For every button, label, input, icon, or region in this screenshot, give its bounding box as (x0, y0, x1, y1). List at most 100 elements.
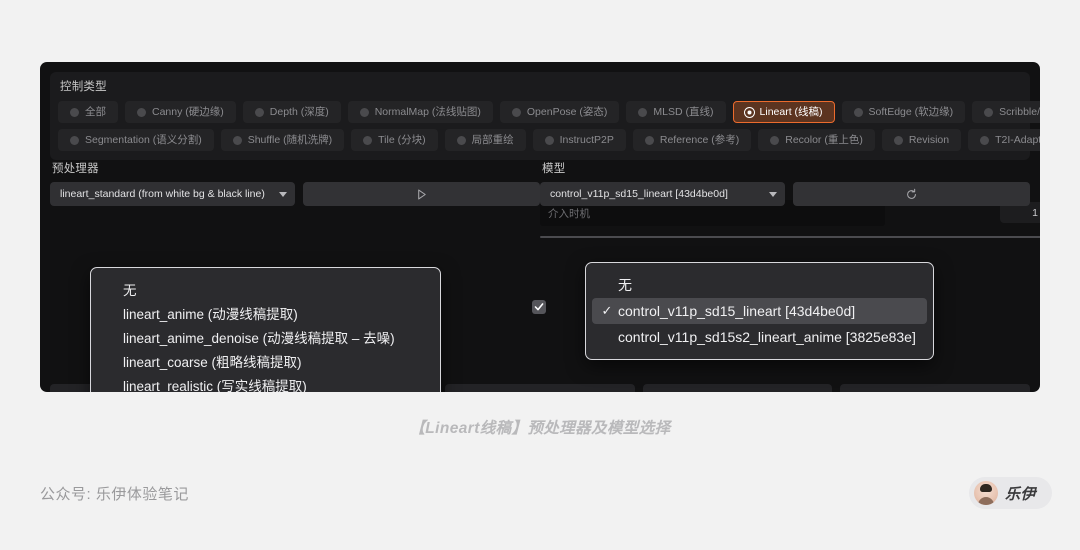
menu-item-label: lineart_coarse (粗略线稿提取) (123, 355, 302, 370)
model-title: 模型 (542, 163, 566, 175)
control-type-option-revision[interactable]: Revision (881, 129, 962, 151)
chevron-down-icon (769, 191, 777, 197)
radio-icon (137, 107, 146, 117)
control-type-option-segmentation[interactable]: Segmentation (语义分割) (58, 129, 214, 151)
guidance-timing-slider-track[interactable] (540, 236, 1040, 238)
radio-icon (511, 107, 521, 117)
preprocessor-menu-item[interactable]: 无 (97, 277, 434, 301)
model-select[interactable]: control_v11p_sd15_lineart [43d4be0d] (540, 182, 785, 206)
option-label: Recolor (重上色) (785, 133, 863, 146)
refresh-icon (907, 188, 916, 199)
menu-item-label: 无 (618, 277, 632, 293)
controlnet-panel: 控制类型 全部 Canny (硬边缘) Depth (深度) NormalMap… (40, 62, 1040, 392)
option-label: Segmentation (语义分割) (85, 133, 202, 146)
option-label: MLSD (直线) (653, 105, 714, 118)
model-section: 模型 control_v11p_sd15_lineart [43d4be0d] (540, 162, 1030, 206)
preprocessor-title: 预处理器 (52, 163, 99, 175)
option-label: Shuffle (随机洗牌) (247, 133, 333, 146)
model-refresh-button[interactable] (793, 182, 1030, 206)
menu-item-label: lineart_anime (动漫线稿提取) (123, 307, 298, 322)
option-label: Revision (908, 133, 950, 146)
radio-selected-icon (744, 107, 754, 117)
menu-item-label: control_v11p_sd15_lineart [43d4be0d] (618, 303, 856, 319)
option-label: SoftEdge (软边缘) (868, 105, 954, 118)
preprocessor-controls: lineart_standard (from white bg & black … (50, 182, 540, 206)
option-label: NormalMap (法线贴图) (374, 105, 481, 118)
radio-icon (456, 135, 466, 145)
control-type-title: 控制类型 (60, 81, 107, 93)
brand-name: 乐伊 (1004, 485, 1036, 503)
preprocessor-menu-item[interactable]: lineart_coarse (粗略线稿提取) (97, 349, 434, 373)
control-type-option-reference[interactable]: Reference (参考) (632, 129, 752, 151)
control-type-option-softedge[interactable]: SoftEdge (软边缘) (841, 101, 966, 123)
control-type-row-2: Segmentation (语义分割) Shuffle (随机洗牌) Tile … (58, 129, 1040, 151)
control-type-row-1: 全部 Canny (硬边缘) Depth (深度) NormalMap (法线贴… (58, 101, 1040, 123)
preset-button[interactable] (445, 384, 635, 392)
control-type-option-lineart[interactable]: Lineart (线稿) (732, 101, 835, 123)
check-icon: ✓ (601, 303, 613, 318)
model-selected-value: control_v11p_sd15_lineart [43d4be0d] (550, 188, 728, 200)
option-label: InstructP2P (559, 133, 614, 146)
play-icon (418, 189, 426, 199)
control-type-option-openpose[interactable]: OpenPose (姿态) (499, 101, 620, 123)
preprocessor-selected-value: lineart_standard (from white bg & black … (60, 188, 265, 200)
control-type-option-instructp2p[interactable]: InstructP2P (532, 129, 626, 151)
radio-icon (363, 135, 373, 145)
control-type-section: 控制类型 全部 Canny (硬边缘) Depth (深度) NormalMap… (50, 72, 1040, 160)
preset-button[interactable] (642, 384, 833, 392)
radio-icon (544, 135, 554, 145)
option-label: Lineart (线稿) (759, 105, 823, 118)
option-label: Tile (分块) (378, 133, 426, 146)
preprocessor-select[interactable]: lineart_standard (from white bg & black … (50, 182, 295, 206)
control-type-option-scribble[interactable]: Scribble/Sketch (涂鸦/草图) (972, 101, 1040, 123)
footer-account-handle: 公众号: 乐伊体验笔记 (40, 486, 189, 503)
option-label: Reference (参考) (659, 133, 740, 146)
brand-badge: 乐伊 (968, 477, 1052, 509)
control-type-option-mlsd[interactable]: MLSD (直线) (626, 101, 726, 123)
model-menu-item[interactable]: 无 (592, 272, 927, 298)
radio-icon (232, 135, 242, 145)
control-type-option-recolor[interactable]: Recolor (重上色) (758, 129, 875, 151)
radio-icon (638, 107, 648, 117)
model-menu-item[interactable]: control_v11p_sd15s2_lineart_anime [3825e… (592, 324, 927, 350)
radio-icon (70, 107, 79, 117)
radio-icon (770, 135, 780, 145)
option-label: Scribble/Sketch (涂鸦/草图) (999, 105, 1040, 118)
preprocessor-menu-item[interactable]: lineart_realistic (写实线稿提取) (97, 373, 434, 392)
option-label: 全部 (85, 105, 106, 118)
chevron-down-icon (279, 191, 287, 197)
control-type-option-all[interactable]: 全部 (58, 101, 118, 123)
menu-item-label: control_v11p_sd15s2_lineart_anime [3825e… (618, 329, 916, 345)
radio-icon (893, 135, 903, 145)
preprocessor-run-button[interactable] (303, 182, 540, 206)
control-type-option-tile[interactable]: Tile (分块) (351, 129, 438, 151)
radio-icon (359, 107, 369, 117)
control-type-option-normalmap[interactable]: NormalMap (法线贴图) (347, 101, 493, 123)
radio-icon (984, 107, 994, 117)
preprocessor-menu-item[interactable]: lineart_anime_denoise (动漫线稿提取 – 去噪) (97, 325, 434, 349)
model-dropdown-menu[interactable]: 无 ✓ control_v11p_sd15_lineart [43d4be0d]… (585, 262, 934, 360)
enable-checkbox[interactable] (532, 300, 546, 314)
preprocessor-dropdown-menu[interactable]: 无 lineart_anime (动漫线稿提取) lineart_anime_d… (90, 267, 441, 392)
control-type-option-depth[interactable]: Depth (深度) (242, 101, 341, 123)
radio-icon (254, 107, 264, 117)
preprocessor-menu-item[interactable]: lineart_anime (动漫线稿提取) (97, 301, 434, 325)
radio-icon (70, 135, 79, 145)
figure-caption: 【Lineart线稿】预处理器及模型选择 (409, 420, 671, 437)
radio-icon (980, 135, 990, 145)
option-label: T2I-Adapter (995, 133, 1040, 146)
control-type-option-shuffle[interactable]: Shuffle (随机洗牌) (220, 129, 345, 151)
preprocessor-section: 预处理器 lineart_standard (from white bg & b… (50, 162, 540, 206)
option-label: OpenPose (姿态) (526, 105, 608, 118)
menu-item-label: lineart_anime_denoise (动漫线稿提取 – 去噪) (123, 331, 395, 346)
preset-button[interactable] (840, 384, 1030, 392)
control-type-option-canny[interactable]: Canny (硬边缘) (125, 101, 236, 123)
control-type-option-inpaint[interactable]: 局部重绘 (444, 129, 526, 151)
model-menu-item-selected[interactable]: ✓ control_v11p_sd15_lineart [43d4be0d] (592, 298, 927, 324)
avatar (973, 481, 998, 505)
menu-item-label: 无 (123, 283, 137, 298)
option-label: 局部重绘 (471, 133, 514, 146)
control-type-option-t2i-adapter[interactable]: T2I-Adapter (968, 129, 1040, 151)
radio-icon (644, 135, 654, 145)
radio-icon (853, 107, 863, 117)
